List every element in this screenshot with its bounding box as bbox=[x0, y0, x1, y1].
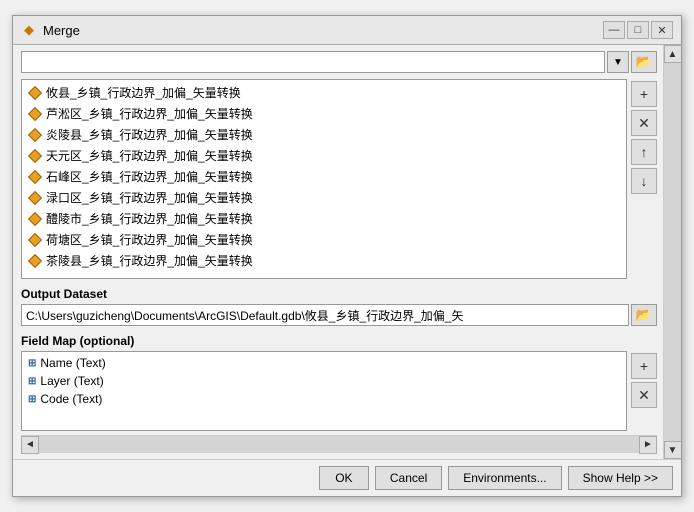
layer-diamond-icon bbox=[28, 191, 42, 205]
list-item[interactable]: 攸县_乡镇_行政边界_加偏_矢量转换 bbox=[24, 82, 624, 103]
title-controls: — □ ✕ bbox=[603, 21, 673, 39]
scroll-right-button[interactable]: ► bbox=[639, 436, 657, 454]
fieldmap-section: ⊞ Name (Text) ⊞ Layer (Text) ⊞ Code (Text) + … bbox=[21, 351, 657, 431]
layer-diamond-icon bbox=[28, 128, 42, 142]
expand-icon: ⊞ bbox=[28, 394, 36, 405]
list-item[interactable]: 茶陵县_乡镇_行政边界_加偏_矢量转换 bbox=[24, 250, 624, 271]
field-item[interactable]: ⊞ Name (Text) bbox=[24, 354, 624, 372]
list-item[interactable]: 天元区_乡镇_行政边界_加偏_矢量转换 bbox=[24, 145, 624, 166]
layer-name: 渌口区_乡镇_行政边界_加偏_矢量转换 bbox=[46, 189, 253, 206]
show-help-button[interactable]: Show Help >> bbox=[568, 466, 673, 490]
list-item[interactable]: 荷塘区_乡镇_行政边界_加偏_矢量转换 bbox=[24, 229, 624, 250]
scroll-track bbox=[39, 436, 639, 453]
field-name: Name (Text) bbox=[40, 356, 105, 370]
remove-field-button[interactable]: ✕ bbox=[631, 382, 657, 408]
fieldmap-side-buttons: + ✕ bbox=[631, 351, 657, 431]
move-down-button[interactable]: ↓ bbox=[631, 168, 657, 194]
layer-name: 茶陵县_乡镇_行政边界_加偏_矢量转换 bbox=[46, 252, 253, 269]
maximize-button[interactable]: □ bbox=[627, 21, 649, 39]
field-item[interactable]: ⊞ Code (Text) bbox=[24, 390, 624, 408]
chevron-down-icon: ▼ bbox=[613, 57, 623, 68]
add-layer-button[interactable]: + bbox=[631, 81, 657, 107]
output-dataset-label: Output Dataset bbox=[21, 287, 657, 301]
field-item[interactable]: ⊞ Layer (Text) bbox=[24, 372, 624, 390]
window-title: Merge bbox=[43, 23, 80, 38]
layer-name: 攸县_乡镇_行政边界_加偏_矢量转换 bbox=[46, 84, 241, 101]
expand-icon: ⊞ bbox=[28, 358, 36, 369]
list-item[interactable]: 石峰区_乡镇_行政边界_加偏_矢量转换 bbox=[24, 166, 624, 187]
layer-diamond-icon bbox=[28, 107, 42, 121]
dropdown-button[interactable]: ▼ bbox=[607, 51, 629, 73]
fieldmap-section-wrapper: Field Map (optional) ⊞ Name (Text) ⊞ Layer … bbox=[21, 334, 657, 431]
field-name: Layer (Text) bbox=[40, 374, 103, 388]
footer: OK Cancel Environments... Show Help >> bbox=[13, 459, 681, 496]
layers-section: 攸县_乡镇_行政边界_加偏_矢量转换芦淞区_乡镇_行政边界_加偏_矢量转换炎陵县… bbox=[21, 79, 657, 279]
vertical-scrollbar: ▲ ▼ bbox=[663, 45, 681, 459]
layer-name: 炎陵县_乡镇_行政边界_加偏_矢量转换 bbox=[46, 126, 253, 143]
layer-diamond-icon bbox=[28, 149, 42, 163]
output-dataset-section: Output Dataset 📂 bbox=[21, 287, 657, 334]
output-browse-button[interactable]: 📂 bbox=[631, 304, 657, 326]
layer-name: 石峰区_乡镇_行政边界_加偏_矢量转换 bbox=[46, 168, 253, 185]
move-up-button[interactable]: ↑ bbox=[631, 139, 657, 165]
fieldmap-list[interactable]: ⊞ Name (Text) ⊞ Layer (Text) ⊞ Code (Text) bbox=[21, 351, 627, 431]
layer-name: 芦淞区_乡镇_行政边界_加偏_矢量转换 bbox=[46, 105, 253, 122]
layer-diamond-icon bbox=[28, 254, 42, 268]
list-item[interactable]: 渌口区_乡镇_行政边界_加偏_矢量转换 bbox=[24, 187, 624, 208]
layer-input-row: ▼ 📂 bbox=[21, 51, 657, 73]
add-field-button[interactable]: + bbox=[631, 353, 657, 379]
field-name: Code (Text) bbox=[40, 392, 102, 406]
output-folder-icon: 📂 bbox=[636, 307, 652, 323]
layer-combo-input[interactable] bbox=[21, 51, 605, 73]
title-bar: ◆ Merge — □ ✕ bbox=[13, 16, 681, 45]
output-path-input[interactable] bbox=[21, 304, 629, 326]
title-bar-left: ◆ Merge bbox=[21, 22, 80, 38]
close-button[interactable]: ✕ bbox=[651, 21, 673, 39]
layer-diamond-icon bbox=[28, 170, 42, 184]
remove-layer-button[interactable]: ✕ bbox=[631, 110, 657, 136]
side-buttons: + ✕ ↑ ↓ bbox=[631, 79, 657, 279]
cancel-button[interactable]: Cancel bbox=[375, 466, 442, 490]
environments-button[interactable]: Environments... bbox=[448, 466, 561, 490]
scroll-track-vertical bbox=[664, 63, 681, 441]
minimize-button[interactable]: — bbox=[603, 21, 625, 39]
list-item[interactable]: 炎陵县_乡镇_行政边界_加偏_矢量转换 bbox=[24, 124, 624, 145]
list-item[interactable]: 芦淞区_乡镇_行政边界_加偏_矢量转换 bbox=[24, 103, 624, 124]
scroll-up-button[interactable]: ▲ bbox=[664, 45, 682, 63]
list-item[interactable]: 醴陵市_乡镇_行政边界_加偏_矢量转换 bbox=[24, 208, 624, 229]
merge-dialog: ◆ Merge — □ ✕ ▼ 📂 bbox=[12, 15, 682, 497]
layer-name: 荷塘区_乡镇_行政边界_加偏_矢量转换 bbox=[46, 231, 253, 248]
horizontal-scrollbar: ◄ ► bbox=[21, 435, 657, 453]
browse-button[interactable]: 📂 bbox=[631, 51, 657, 73]
layer-diamond-icon bbox=[28, 233, 42, 247]
folder-icon: 📂 bbox=[636, 54, 652, 70]
main-panel: ▼ 📂 攸县_乡镇_行政边界_加偏_矢量转换芦淞区_乡镇_行政边界_加偏_矢量转… bbox=[13, 45, 663, 459]
layer-name: 天元区_乡镇_行政边界_加偏_矢量转换 bbox=[46, 147, 253, 164]
scroll-left-button[interactable]: ◄ bbox=[21, 436, 39, 454]
window-icon: ◆ bbox=[21, 22, 37, 38]
layer-diamond-icon bbox=[28, 212, 42, 226]
expand-icon: ⊞ bbox=[28, 376, 36, 387]
output-row: 📂 bbox=[21, 304, 657, 326]
scroll-down-button[interactable]: ▼ bbox=[664, 441, 682, 459]
layers-list[interactable]: 攸县_乡镇_行政边界_加偏_矢量转换芦淞区_乡镇_行政边界_加偏_矢量转换炎陵县… bbox=[21, 79, 627, 279]
ok-button[interactable]: OK bbox=[319, 466, 369, 490]
layer-diamond-icon bbox=[28, 86, 42, 100]
fieldmap-label: Field Map (optional) bbox=[21, 334, 657, 348]
layer-name: 醴陵市_乡镇_行政边界_加偏_矢量转换 bbox=[46, 210, 253, 227]
